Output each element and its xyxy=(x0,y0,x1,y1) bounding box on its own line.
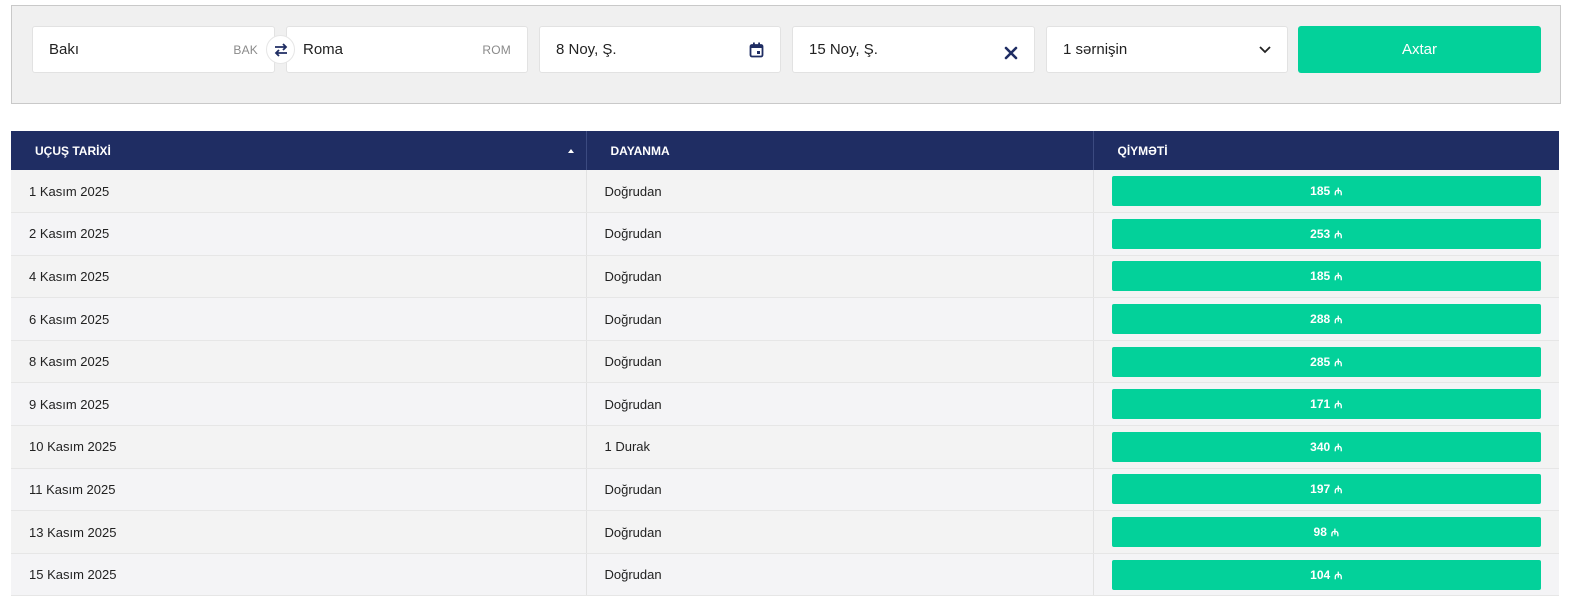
return-date-field[interactable]: 15 Noy, Ş. xyxy=(792,26,1035,73)
sort-asc-icon xyxy=(567,149,574,153)
calendar-icon[interactable] xyxy=(749,42,764,58)
destination-field[interactable]: Roma ROM xyxy=(286,26,528,73)
currency-icon: ₼ xyxy=(1334,442,1343,454)
price-cell: 253 ₼ xyxy=(1093,212,1559,256)
currency-icon: ₼ xyxy=(1334,187,1343,199)
flight-date: 2 Kasım 2025 xyxy=(11,212,587,256)
price-amount: 104 xyxy=(1310,567,1331,582)
price-cell: 285 ₼ xyxy=(1093,340,1559,384)
flight-date: 9 Kasım 2025 xyxy=(11,382,587,427)
currency-icon: ₼ xyxy=(1334,229,1343,241)
flights-table: UÇUŞ TARİXİ DAYANMA QİYMƏTİ 1 Kasım 2025… xyxy=(11,131,1559,597)
currency-icon: ₼ xyxy=(1334,485,1343,497)
passengers-value: 1 sərnişin xyxy=(1063,41,1128,58)
currency-icon: ₼ xyxy=(1334,272,1343,284)
price-amount: 171 xyxy=(1310,397,1331,412)
column-header-price-label: QİYMƏTİ xyxy=(1117,143,1168,158)
flight-stops: Doğrudan xyxy=(586,170,1094,214)
search-button[interactable]: Axtar xyxy=(1298,26,1541,73)
flight-stops: Doğrudan xyxy=(586,255,1094,299)
price-cell: 98 ₼ xyxy=(1093,510,1559,554)
table-row: 9 Kasım 2025 Doğrudan 171 ₼ xyxy=(11,382,1559,427)
price-button[interactable]: 98 ₼ xyxy=(1111,517,1541,548)
table-row: 10 Kasım 2025 1 Durak 340 ₼ xyxy=(11,425,1559,469)
price-button[interactable]: 171 ₼ xyxy=(1111,389,1541,420)
price-button[interactable]: 285 ₼ xyxy=(1111,346,1541,377)
price-button[interactable]: 288 ₼ xyxy=(1111,304,1541,335)
price-amount: 185 xyxy=(1310,184,1331,199)
price-button[interactable]: 185 ₼ xyxy=(1111,261,1541,292)
table-header-row: UÇUŞ TARİXİ DAYANMA QİYMƏTİ xyxy=(11,131,1559,170)
currency-icon: ₼ xyxy=(1334,315,1343,327)
search-panel: Bakı BAK Roma ROM 8 Noy, Ş. 15 Noy, Ş. 1… xyxy=(11,5,1561,104)
table-row: 1 Kasım 2025 Doğrudan 185 ₼ xyxy=(11,170,1559,214)
price-button[interactable]: 104 ₼ xyxy=(1111,559,1541,590)
currency-icon: ₼ xyxy=(1334,400,1343,412)
destination-code: ROM xyxy=(482,42,511,57)
column-header-date[interactable]: UÇUŞ TARİXİ xyxy=(11,131,587,170)
flight-stops: Doğrudan xyxy=(586,340,1094,384)
close-icon[interactable] xyxy=(1004,40,1018,60)
price-cell: 104 ₼ xyxy=(1093,553,1559,597)
passengers-select[interactable]: 1 sərnişin xyxy=(1046,26,1288,73)
flight-stops: Doğrudan xyxy=(586,297,1094,341)
price-cell: 185 ₼ xyxy=(1093,255,1559,299)
flight-date: 13 Kasım 2025 xyxy=(11,510,587,554)
swap-icon xyxy=(274,42,287,57)
depart-date-value: 8 Noy, Ş. xyxy=(556,41,617,58)
price-amount: 197 xyxy=(1310,482,1331,497)
flight-date: 4 Kasım 2025 xyxy=(11,255,587,299)
swap-button[interactable] xyxy=(266,35,295,64)
column-header-stops: DAYANMA xyxy=(586,131,1094,170)
price-amount: 288 xyxy=(1310,312,1331,327)
origin-city: Bakı xyxy=(49,41,80,58)
price-cell: 340 ₼ xyxy=(1093,425,1559,469)
flight-stops: Doğrudan xyxy=(586,510,1094,554)
table-row: 13 Kasım 2025 Doğrudan 98 ₼ xyxy=(11,510,1559,554)
price-amount: 285 xyxy=(1310,354,1331,369)
flight-date: 11 Kasım 2025 xyxy=(11,468,587,512)
column-header-stops-label: DAYANMA xyxy=(610,143,670,158)
price-button[interactable]: 185 ₼ xyxy=(1111,176,1541,207)
flight-stops: 1 Durak xyxy=(586,425,1094,469)
price-amount: 253 xyxy=(1310,226,1331,241)
return-date-value: 15 Noy, Ş. xyxy=(809,41,878,58)
price-amount: 185 xyxy=(1310,269,1331,284)
price-amount: 340 xyxy=(1310,439,1331,454)
price-cell: 197 ₼ xyxy=(1093,468,1559,512)
flight-stops: Doğrudan xyxy=(586,553,1094,597)
table-row: 15 Kasım 2025 Doğrudan 104 ₼ xyxy=(11,553,1559,597)
table-row: 2 Kasım 2025 Doğrudan 253 ₼ xyxy=(11,212,1559,256)
flight-stops: Doğrudan xyxy=(586,382,1094,427)
chevron-down-icon xyxy=(1259,45,1271,54)
price-amount: 98 xyxy=(1313,525,1327,540)
table-row: 11 Kasım 2025 Doğrudan 197 ₼ xyxy=(11,468,1559,512)
flight-date: 10 Kasım 2025 xyxy=(11,425,587,469)
flight-date: 8 Kasım 2025 xyxy=(11,340,587,384)
currency-icon: ₼ xyxy=(1330,528,1339,540)
depart-date-field[interactable]: 8 Noy, Ş. xyxy=(539,26,781,73)
origin-code: BAK xyxy=(233,42,258,57)
table-row: 6 Kasım 2025 Doğrudan 288 ₼ xyxy=(11,297,1559,341)
price-button[interactable]: 340 ₼ xyxy=(1111,431,1541,462)
table-row: 8 Kasım 2025 Doğrudan 285 ₼ xyxy=(11,340,1559,384)
price-cell: 185 ₼ xyxy=(1093,170,1559,214)
table-row: 4 Kasım 2025 Doğrudan 185 ₼ xyxy=(11,255,1559,299)
flight-date: 1 Kasım 2025 xyxy=(11,170,587,214)
currency-icon: ₼ xyxy=(1334,570,1343,582)
flight-stops: Doğrudan xyxy=(586,212,1094,256)
currency-icon: ₼ xyxy=(1334,357,1343,369)
flight-stops: Doğrudan xyxy=(586,468,1094,512)
price-button[interactable]: 197 ₼ xyxy=(1111,474,1541,505)
flight-date: 15 Kasım 2025 xyxy=(11,553,587,597)
price-cell: 288 ₼ xyxy=(1093,297,1559,341)
flight-date: 6 Kasım 2025 xyxy=(11,297,587,341)
column-header-price: QİYMƏTİ xyxy=(1093,131,1559,170)
price-button[interactable]: 253 ₼ xyxy=(1111,218,1541,249)
origin-field[interactable]: Bakı BAK xyxy=(32,26,275,73)
price-cell: 171 ₼ xyxy=(1093,382,1559,427)
destination-city: Roma xyxy=(303,41,344,58)
column-header-date-label: UÇUŞ TARİXİ xyxy=(35,143,111,158)
